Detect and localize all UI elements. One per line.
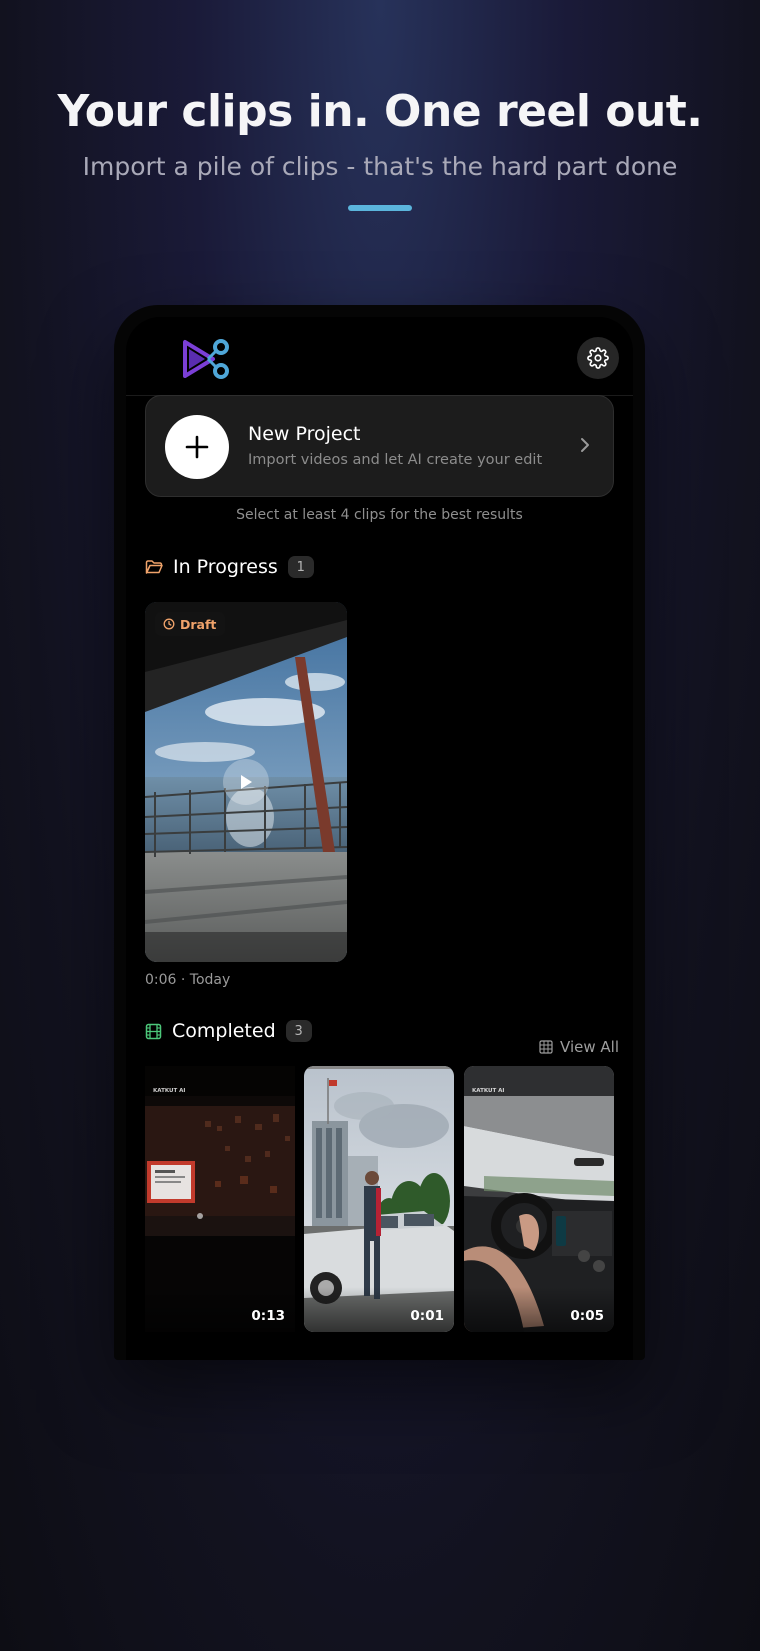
- scissors-play-logo: [183, 339, 229, 379]
- in-progress-title: In Progress: [173, 556, 278, 578]
- grid-icon: [539, 1040, 553, 1054]
- draft-badge-label: Draft: [180, 616, 217, 632]
- chevron-right-icon: [581, 438, 589, 452]
- completed-video-card[interactable]: KATKUT AI 0:05: [464, 1066, 614, 1332]
- watermark-text: KATKUT AI: [153, 1088, 186, 1094]
- gear-icon: [587, 347, 609, 369]
- subheadline: Import a pile of clips - that's the hard…: [82, 152, 678, 181]
- play-button[interactable]: [223, 759, 269, 805]
- settings-button[interactable]: [577, 337, 619, 379]
- app-screen: New Project Import videos and let AI cre…: [126, 317, 633, 1360]
- draft-meta: 0:06 · Today: [145, 972, 231, 988]
- new-project-plus-button[interactable]: [165, 415, 229, 479]
- completed-count: 3: [285, 1020, 312, 1042]
- completed-video-card[interactable]: KATKUT AI 0:13: [145, 1066, 295, 1332]
- play-icon: [241, 775, 252, 789]
- completed-duration: 0:05: [570, 1308, 604, 1324]
- plus-icon: [185, 435, 209, 459]
- completed-video-card[interactable]: 0:01: [304, 1066, 454, 1332]
- watermark-text: KATKUT AI: [472, 1088, 505, 1094]
- headline: Your clips in. One reel out.: [57, 86, 703, 137]
- top-bar: [126, 317, 633, 396]
- draft-project-card[interactable]: Draft: [145, 602, 347, 962]
- completed-duration: 0:01: [410, 1308, 444, 1324]
- completed-duration: 0:13: [251, 1308, 285, 1324]
- new-project-card[interactable]: New Project Import videos and let AI cre…: [145, 395, 614, 497]
- clock-icon: [163, 618, 175, 630]
- accent-divider: [348, 205, 412, 211]
- folder-icon: [145, 560, 163, 574]
- film-icon: [145, 1023, 162, 1039]
- new-project-title: New Project: [248, 423, 361, 445]
- view-all-label: View All: [560, 1038, 619, 1056]
- completed-header: Completed 3: [145, 1018, 312, 1044]
- in-progress-header: In Progress 1: [145, 554, 314, 580]
- view-all-link[interactable]: View All: [539, 1038, 619, 1056]
- new-project-subtitle: Import videos and let AI create your edi…: [248, 452, 543, 468]
- completed-title: Completed: [172, 1020, 276, 1042]
- clip-count-hint: Select at least 4 clips for the best res…: [236, 507, 523, 523]
- phone-frame: New Project Import videos and let AI cre…: [114, 305, 645, 1360]
- in-progress-count: 1: [287, 556, 314, 578]
- draft-status-badge: Draft: [155, 612, 226, 636]
